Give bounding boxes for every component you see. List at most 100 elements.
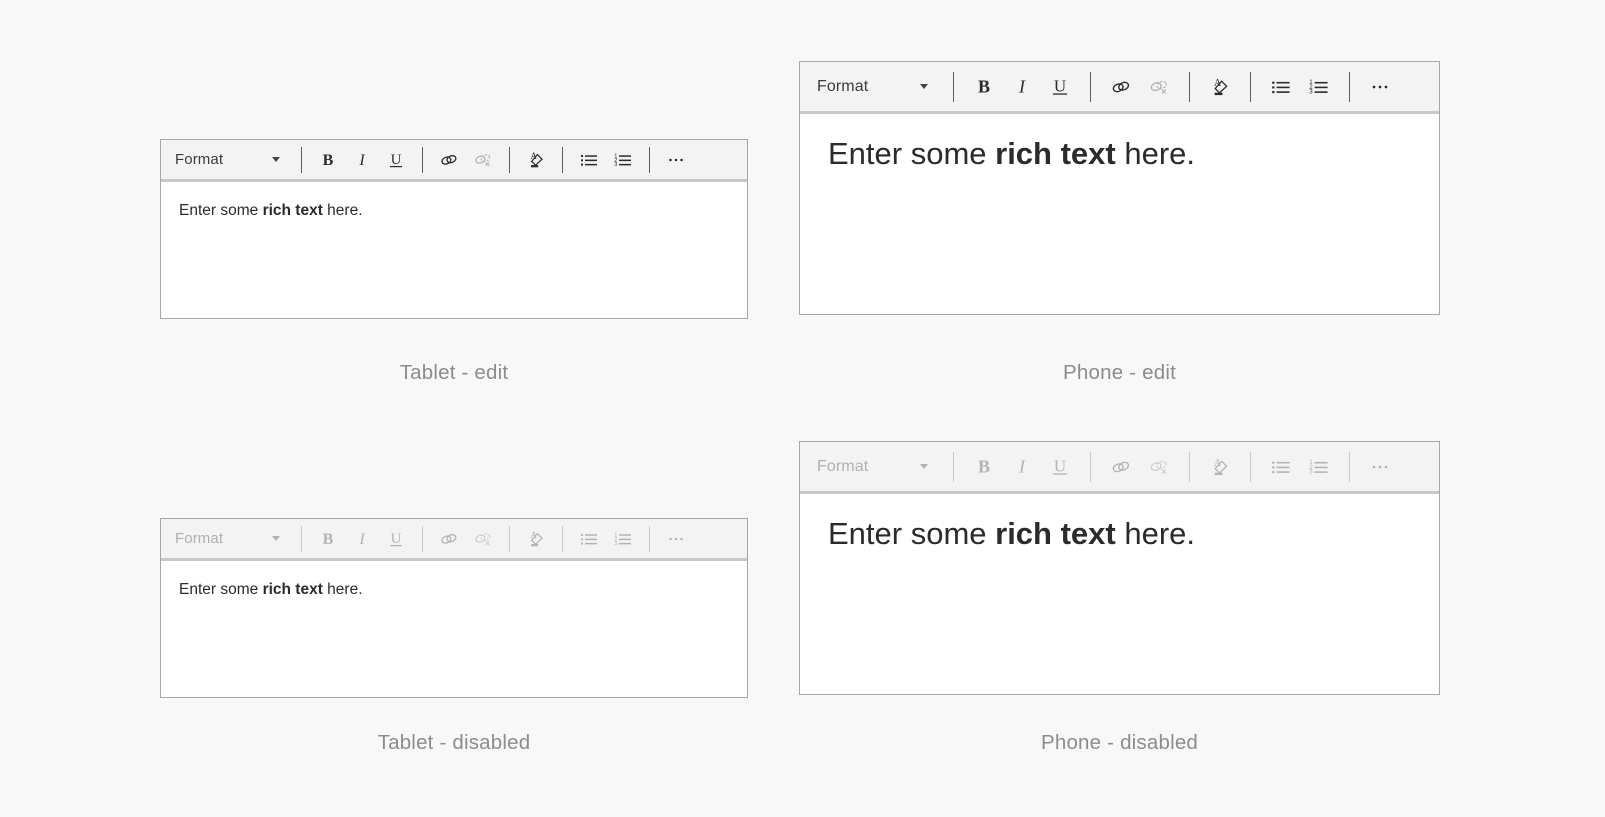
- bulleted-list-button: [1262, 448, 1300, 486]
- editor-content-area[interactable]: Enter some rich text here.: [800, 114, 1439, 314]
- editor-content-area[interactable]: Enter some rich text here.: [161, 182, 747, 318]
- svg-text:I: I: [358, 152, 365, 169]
- format-dropdown: Format: [161, 530, 292, 547]
- numbered-list-button[interactable]: 1 2 3: [606, 143, 640, 177]
- bulleted-list-button[interactable]: [572, 143, 606, 177]
- body-text-tail: here.: [322, 202, 363, 219]
- editor-content-area: Enter some rich text here.: [161, 561, 747, 697]
- svg-text:U: U: [391, 152, 402, 168]
- toolbar-divider: [953, 71, 954, 102]
- preview-stage: Format B I U A 1 2 3 Enter some rich tex…: [0, 0, 1605, 817]
- caption-tablet-edit: Tablet - edit: [399, 361, 509, 384]
- toolbar-divider: [422, 525, 423, 552]
- format-dropdown-label: Format: [175, 151, 224, 168]
- svg-text:B: B: [323, 531, 334, 548]
- body-text-tail: here.: [1115, 136, 1196, 171]
- editor-toolbar: Format B I U A 1 2 3: [161, 519, 747, 561]
- clear-formatting-icon[interactable]: A: [1201, 68, 1239, 106]
- toolbar-divider: [562, 146, 563, 173]
- editor-toolbar: Format B I U A 1 2 3: [800, 442, 1439, 494]
- editor-toolbar: Format B I U A 1 2 3: [161, 140, 747, 182]
- insert-link-button: [432, 522, 466, 556]
- svg-text:A: A: [1214, 458, 1222, 469]
- format-dropdown-label: Format: [175, 530, 224, 547]
- italic-button: I: [345, 522, 379, 556]
- italic-button: I: [1003, 448, 1041, 486]
- bulleted-list-button[interactable]: [1262, 68, 1300, 106]
- chevron-down-icon: [272, 536, 280, 541]
- toolbar-divider: [1349, 71, 1350, 102]
- caption-tablet-disabled: Tablet - disabled: [377, 731, 531, 754]
- chevron-down-icon: [920, 464, 928, 469]
- underline-button: U: [1041, 448, 1079, 486]
- more-options-button[interactable]: [659, 143, 693, 177]
- underline-button[interactable]: U: [379, 143, 413, 177]
- bold-button[interactable]: B: [965, 68, 1003, 106]
- caption-phone-disabled: Phone - disabled: [1040, 731, 1199, 754]
- more-options-button: [1361, 448, 1399, 486]
- toolbar-divider: [649, 146, 650, 173]
- toolbar-divider: [953, 451, 954, 482]
- remove-link-button[interactable]: [1140, 68, 1178, 106]
- svg-text:3: 3: [614, 541, 617, 547]
- svg-text:I: I: [358, 531, 365, 548]
- svg-text:I: I: [1018, 76, 1026, 96]
- clear-formatting-icon[interactable]: A: [519, 143, 553, 177]
- numbered-list-button: 1 2 3: [1300, 448, 1338, 486]
- rich-text-editor-tablet-disabled: Format B I U A 1 2 3 Enter some rich tex…: [160, 518, 748, 698]
- more-options-button: [659, 522, 693, 556]
- svg-text:A: A: [1214, 78, 1222, 89]
- remove-link-button: [466, 522, 500, 556]
- toolbar-divider: [301, 525, 302, 552]
- svg-text:B: B: [978, 456, 990, 476]
- svg-text:I: I: [1018, 456, 1026, 476]
- chevron-down-icon: [272, 157, 280, 162]
- svg-text:U: U: [391, 531, 402, 547]
- insert-link-button: [1102, 448, 1140, 486]
- svg-text:U: U: [1054, 76, 1066, 95]
- more-options-button[interactable]: [1361, 68, 1399, 106]
- body-text-bold: rich text: [995, 136, 1116, 171]
- toolbar-divider: [1349, 451, 1350, 482]
- format-dropdown: Format: [800, 458, 942, 476]
- insert-link-button[interactable]: [1102, 68, 1140, 106]
- toolbar-divider: [422, 146, 423, 173]
- caption-phone-edit: Phone - edit: [1063, 361, 1176, 384]
- numbered-list-button: 1 2 3: [606, 522, 640, 556]
- editor-content-area: Enter some rich text here.: [800, 494, 1439, 694]
- toolbar-divider: [1189, 71, 1190, 102]
- remove-link-button[interactable]: [466, 143, 500, 177]
- toolbar-divider: [301, 146, 302, 173]
- remove-link-button: [1140, 448, 1178, 486]
- italic-button[interactable]: I: [1003, 68, 1041, 106]
- rich-text-editor-tablet-edit[interactable]: Format B I U A 1 2 3 Enter some rich tex…: [160, 139, 748, 319]
- bold-button[interactable]: B: [311, 143, 345, 177]
- insert-link-button[interactable]: [432, 143, 466, 177]
- body-text-tail: here.: [322, 581, 363, 598]
- body-text-bold: rich text: [995, 516, 1116, 551]
- svg-text:B: B: [323, 152, 334, 169]
- numbered-list-button[interactable]: 1 2 3: [1300, 68, 1338, 106]
- format-dropdown[interactable]: Format: [161, 151, 292, 168]
- italic-button[interactable]: I: [345, 143, 379, 177]
- svg-text:U: U: [1054, 456, 1066, 475]
- format-dropdown[interactable]: Format: [800, 78, 942, 96]
- svg-text:3: 3: [1309, 468, 1313, 475]
- toolbar-divider: [649, 525, 650, 552]
- bold-button: B: [965, 448, 1003, 486]
- clear-formatting-icon: A: [519, 522, 553, 556]
- svg-text:B: B: [978, 76, 990, 96]
- rich-text-editor-phone-edit[interactable]: Format B I U A 1 2 3 Enter some rich tex…: [799, 61, 1440, 315]
- editor-toolbar: Format B I U A 1 2 3: [800, 62, 1439, 114]
- clear-formatting-icon: A: [1201, 448, 1239, 486]
- toolbar-divider: [1250, 71, 1251, 102]
- body-text-lead: Enter some: [828, 136, 996, 171]
- format-dropdown-label: Format: [817, 457, 869, 475]
- chevron-down-icon: [920, 84, 928, 89]
- svg-text:3: 3: [614, 162, 617, 168]
- body-text-tail: here.: [1115, 516, 1196, 551]
- bulleted-list-button: [572, 522, 606, 556]
- toolbar-divider: [1090, 71, 1091, 102]
- underline-button[interactable]: U: [1041, 68, 1079, 106]
- bold-button: B: [311, 522, 345, 556]
